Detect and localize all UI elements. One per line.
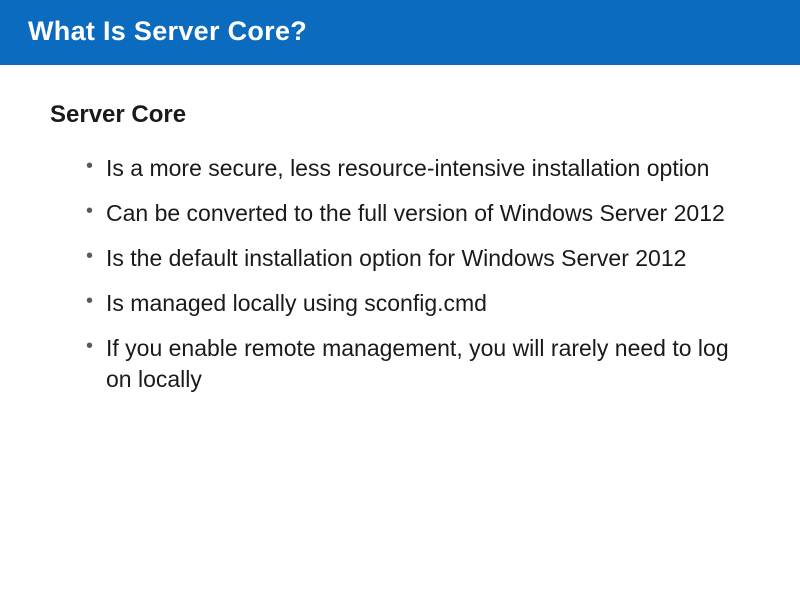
list-item: Is the default installation option for W…: [86, 243, 750, 274]
bullet-list: Is a more secure, less resource-intensiv…: [50, 153, 750, 395]
slide: What Is Server Core? Server Core Is a mo…: [0, 0, 800, 600]
subheading: Server Core: [50, 101, 750, 129]
title-bar: What Is Server Core?: [0, 0, 800, 65]
slide-title: What Is Server Core?: [28, 16, 772, 47]
list-item: Can be converted to the full version of …: [86, 198, 750, 229]
list-item: If you enable remote management, you wil…: [86, 333, 750, 395]
list-item: Is a more secure, less resource-intensiv…: [86, 153, 750, 184]
list-item: Is managed locally using sconfig.cmd: [86, 288, 750, 319]
slide-content: Server Core Is a more secure, less resou…: [0, 65, 800, 429]
